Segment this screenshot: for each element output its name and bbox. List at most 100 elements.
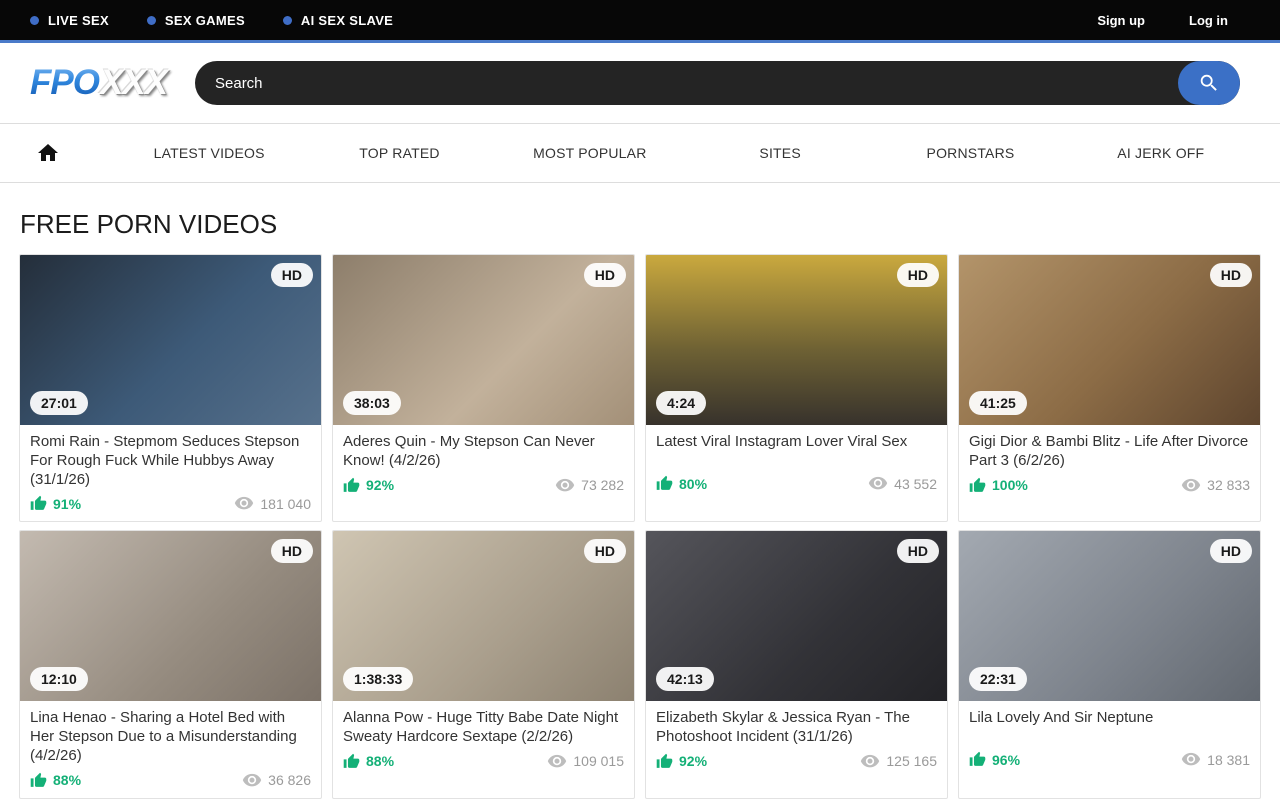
- like-rating: 91%: [30, 495, 81, 512]
- search-icon: [1198, 72, 1220, 94]
- logo-text-fpo: FPO: [30, 63, 100, 102]
- video-title[interactable]: Aderes Quin - My Stepson Can Never Know!…: [343, 433, 624, 471]
- duration-badge: 1:38:33: [343, 667, 413, 691]
- video-thumbnail[interactable]: HD 22:31: [959, 531, 1260, 701]
- video-thumbnail[interactable]: HD 1:38:33: [333, 531, 634, 701]
- logo-text-xxx: XXX: [100, 63, 167, 102]
- view-number: 36 826: [268, 772, 311, 788]
- video-info: Gigi Dior & Bambi Blitz - Life After Div…: [959, 425, 1260, 503]
- video-card: HD 22:31 Lila Lovely And Sir Neptune 96%…: [958, 530, 1261, 798]
- eye-icon: [234, 496, 254, 511]
- topbar-link-label: LIVE SEX: [48, 13, 109, 28]
- like-rating: 100%: [969, 477, 1028, 494]
- bullet-dot-icon: [283, 16, 292, 25]
- like-rating: 96%: [969, 751, 1020, 768]
- topbar-link-label: AI SEX SLAVE: [301, 13, 393, 28]
- nav-item-most-popular[interactable]: MOST POPULAR: [495, 145, 685, 161]
- view-number: 43 552: [894, 476, 937, 492]
- view-number: 125 165: [886, 753, 937, 769]
- hd-badge: HD: [584, 539, 626, 563]
- hd-badge: HD: [271, 263, 313, 287]
- view-number: 109 015: [573, 753, 624, 769]
- thumbs-up-icon: [30, 495, 47, 512]
- nav-item-pornstars[interactable]: PORNSTARS: [875, 145, 1065, 161]
- view-number: 32 833: [1207, 477, 1250, 493]
- topbar-link-ai-sex-slave[interactable]: AI SEX SLAVE: [283, 13, 393, 28]
- page-title: FREE PORN VIDEOS: [20, 209, 1280, 240]
- like-percent: 92%: [679, 753, 707, 769]
- like-rating: 88%: [30, 772, 81, 789]
- view-count: 32 833: [1181, 477, 1250, 493]
- video-info: Elizabeth Skylar & Jessica Ryan - The Ph…: [646, 701, 947, 779]
- video-thumbnail[interactable]: HD 41:25: [959, 255, 1260, 425]
- topbar-link-sex-games[interactable]: SEX GAMES: [147, 13, 245, 28]
- video-thumbnail[interactable]: HD 4:24: [646, 255, 947, 425]
- video-title[interactable]: Gigi Dior & Bambi Blitz - Life After Div…: [969, 433, 1250, 471]
- thumbs-up-icon: [969, 477, 986, 494]
- video-thumbnail[interactable]: HD 42:13: [646, 531, 947, 701]
- video-thumbnail[interactable]: HD 12:10: [20, 531, 321, 701]
- search-input[interactable]: [195, 75, 1178, 92]
- view-count: 181 040: [234, 496, 311, 512]
- like-percent: 100%: [992, 477, 1028, 493]
- search-bar: [195, 61, 1240, 105]
- video-info: Alanna Pow - Huge Titty Babe Date Night …: [333, 701, 634, 779]
- video-title[interactable]: Romi Rain - Stepmom Seduces Stepson For …: [30, 433, 311, 489]
- eye-icon: [547, 754, 567, 769]
- nav-item-latest-videos[interactable]: LATEST VIDEOS: [114, 145, 304, 161]
- eye-icon: [860, 754, 880, 769]
- view-count: 109 015: [547, 753, 624, 769]
- video-card: HD 12:10 Lina Henao - Sharing a Hotel Be…: [19, 530, 322, 798]
- video-meta: 80% 43 552: [656, 475, 937, 492]
- video-title[interactable]: Alanna Pow - Huge Titty Babe Date Night …: [343, 709, 624, 747]
- video-meta: 88% 109 015: [343, 753, 624, 770]
- video-thumbnail[interactable]: HD 38:03: [333, 255, 634, 425]
- video-thumbnail[interactable]: HD 27:01: [20, 255, 321, 425]
- duration-badge: 27:01: [30, 391, 88, 415]
- view-number: 73 282: [581, 477, 624, 493]
- thumbs-up-icon: [656, 753, 673, 770]
- video-card: HD 27:01 Romi Rain - Stepmom Seduces Ste…: [19, 254, 322, 522]
- topbar-links: LIVE SEX SEX GAMES AI SEX SLAVE: [30, 13, 393, 28]
- login-link[interactable]: Log in: [1189, 13, 1228, 28]
- video-card: HD 4:24 Latest Viral Instagram Lover Vir…: [645, 254, 948, 522]
- nav-item-sites[interactable]: SITES: [685, 145, 875, 161]
- home-icon: [36, 141, 60, 165]
- like-rating: 80%: [656, 475, 707, 492]
- nav-home[interactable]: [24, 141, 114, 165]
- site-logo[interactable]: FPOXXX: [30, 63, 167, 103]
- signup-link[interactable]: Sign up: [1097, 13, 1145, 28]
- nav-item-ai-jerk-off[interactable]: AI JERK OFF: [1066, 145, 1256, 161]
- video-title[interactable]: Lila Lovely And Sir Neptune: [969, 709, 1250, 728]
- duration-badge: 41:25: [969, 391, 1027, 415]
- eye-icon: [868, 476, 888, 491]
- search-button[interactable]: [1178, 61, 1240, 105]
- like-percent: 91%: [53, 496, 81, 512]
- video-title[interactable]: Elizabeth Skylar & Jessica Ryan - The Ph…: [656, 709, 937, 747]
- hd-badge: HD: [271, 539, 313, 563]
- view-number: 18 381: [1207, 752, 1250, 768]
- video-meta: 91% 181 040: [30, 495, 311, 512]
- thumbs-up-icon: [343, 477, 360, 494]
- eye-icon: [242, 773, 262, 788]
- video-card: HD 1:38:33 Alanna Pow - Huge Titty Babe …: [332, 530, 635, 798]
- hd-badge: HD: [897, 539, 939, 563]
- duration-badge: 22:31: [969, 667, 1027, 691]
- eye-icon: [555, 478, 575, 493]
- video-title[interactable]: Latest Viral Instagram Lover Viral Sex: [656, 433, 937, 452]
- duration-badge: 42:13: [656, 667, 714, 691]
- topbar-link-label: SEX GAMES: [165, 13, 245, 28]
- view-count: 18 381: [1181, 752, 1250, 768]
- topbar-link-live-sex[interactable]: LIVE SEX: [30, 13, 109, 28]
- duration-badge: 4:24: [656, 391, 706, 415]
- video-info: Lina Henao - Sharing a Hotel Bed with He…: [20, 701, 321, 797]
- video-grid: HD 27:01 Romi Rain - Stepmom Seduces Ste…: [0, 254, 1280, 800]
- video-info: Aderes Quin - My Stepson Can Never Know!…: [333, 425, 634, 503]
- like-percent: 96%: [992, 752, 1020, 768]
- video-meta: 92% 73 282: [343, 477, 624, 494]
- main-nav: LATEST VIDEOS TOP RATED MOST POPULAR SIT…: [0, 123, 1280, 183]
- video-title[interactable]: Lina Henao - Sharing a Hotel Bed with He…: [30, 709, 311, 765]
- nav-item-top-rated[interactable]: TOP RATED: [304, 145, 494, 161]
- bullet-dot-icon: [30, 16, 39, 25]
- thumbs-up-icon: [969, 751, 986, 768]
